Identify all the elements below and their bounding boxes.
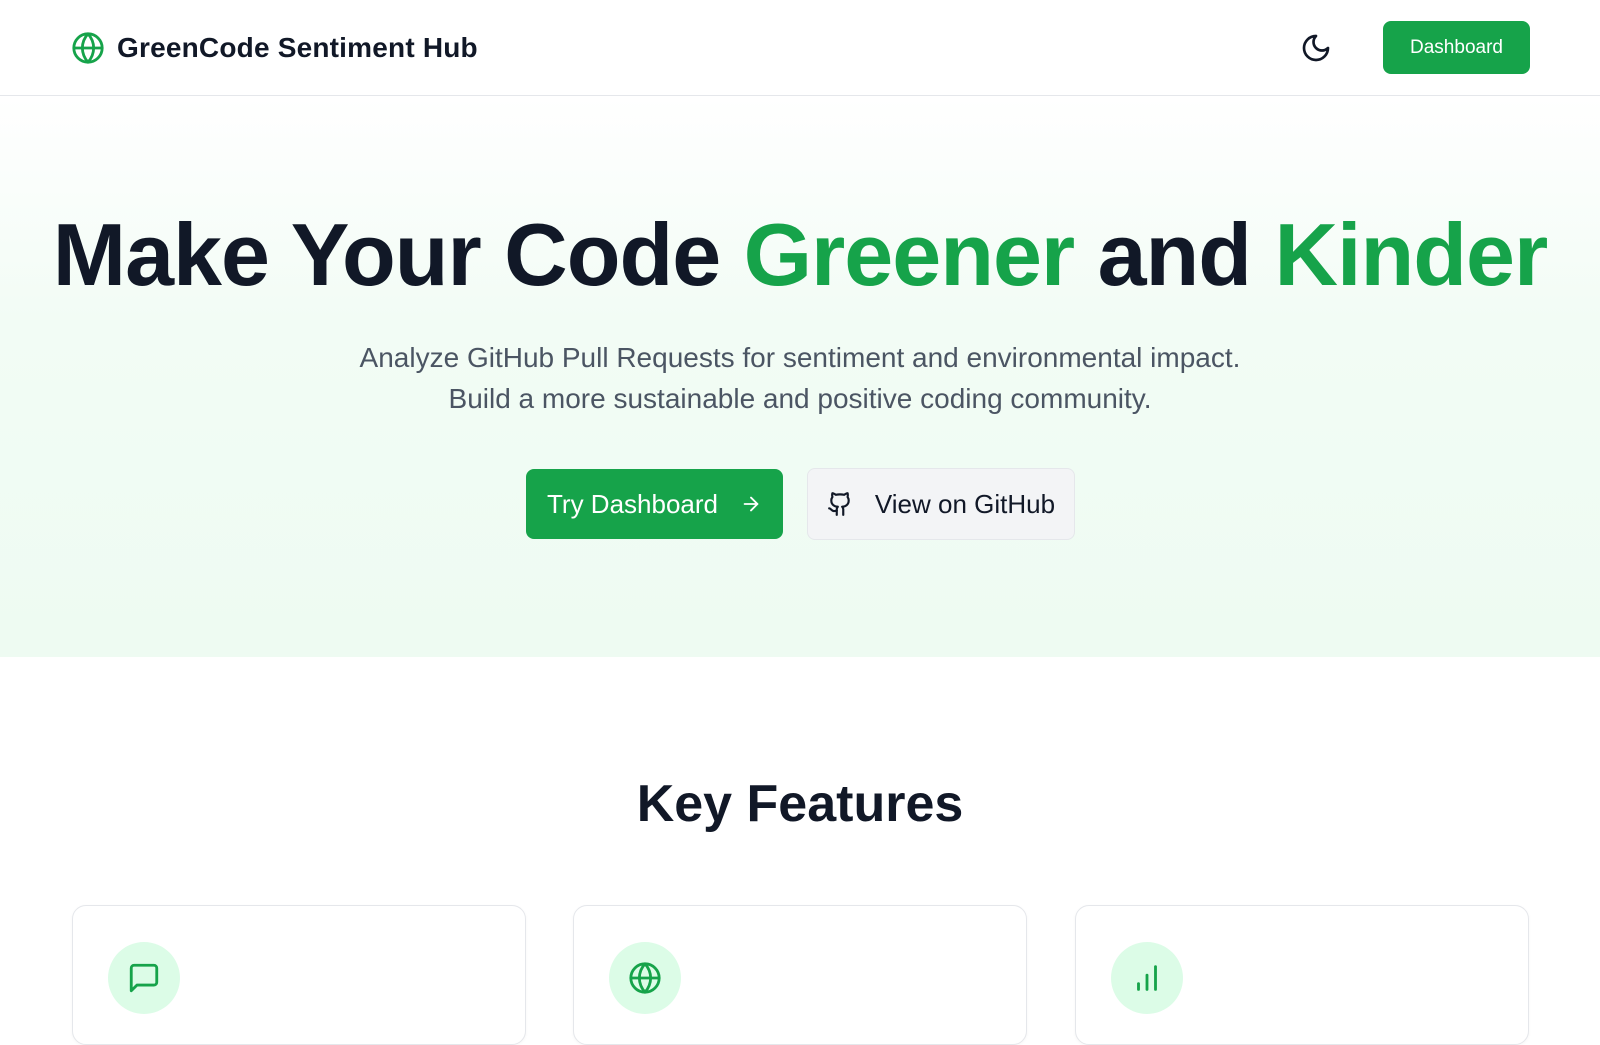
- globe-icon: [72, 32, 104, 64]
- hero-section: Make Your Code Greener and Kinder Analyz…: [0, 97, 1600, 657]
- message-square-icon: [129, 963, 159, 993]
- feature-icon-badge: [108, 942, 180, 1014]
- try-dashboard-label: Try Dashboard: [547, 488, 718, 519]
- top-navbar: GreenCode Sentiment Hub Dashboard: [0, 0, 1600, 96]
- feature-card-environment: [573, 905, 1027, 1045]
- hero-subtitle: Analyze GitHub Pull Requests for sentime…: [0, 337, 1600, 419]
- globe-icon: [629, 962, 661, 994]
- feature-icon-badge: [1111, 942, 1183, 1014]
- hero-subtitle-line1: Analyze GitHub Pull Requests for sentime…: [359, 342, 1241, 373]
- bar-chart-icon: [1137, 965, 1157, 991]
- brand[interactable]: GreenCode Sentiment Hub: [71, 30, 478, 66]
- dashboard-button[interactable]: Dashboard: [1383, 21, 1530, 74]
- view-on-github-button[interactable]: View on GitHub: [807, 468, 1075, 540]
- arrow-right-icon: [743, 496, 759, 512]
- hero-title: Make Your Code Greener and Kinder: [0, 205, 1600, 305]
- view-on-github-label: View on GitHub: [874, 488, 1056, 519]
- moon-icon: [1302, 34, 1330, 62]
- hero-title-accent-kinder: Kinder: [1274, 205, 1549, 304]
- hero-subtitle-line2: Build a more sustainable and positive co…: [448, 383, 1152, 414]
- feature-icon-badge: [609, 942, 681, 1014]
- hero-title-part1: Make Your Code: [52, 205, 744, 304]
- feature-card-sentiment: [72, 905, 526, 1045]
- github-icon: [827, 492, 850, 516]
- try-dashboard-button[interactable]: Try Dashboard: [526, 469, 783, 539]
- theme-toggle-button[interactable]: [1298, 30, 1334, 66]
- hero-title-part2: and: [1074, 205, 1275, 304]
- hero-title-accent-greener: Greener: [743, 205, 1076, 304]
- key-features-heading: Key Features: [636, 775, 964, 833]
- feature-card-analytics: [1075, 905, 1529, 1045]
- brand-title: GreenCode Sentiment Hub: [117, 32, 478, 63]
